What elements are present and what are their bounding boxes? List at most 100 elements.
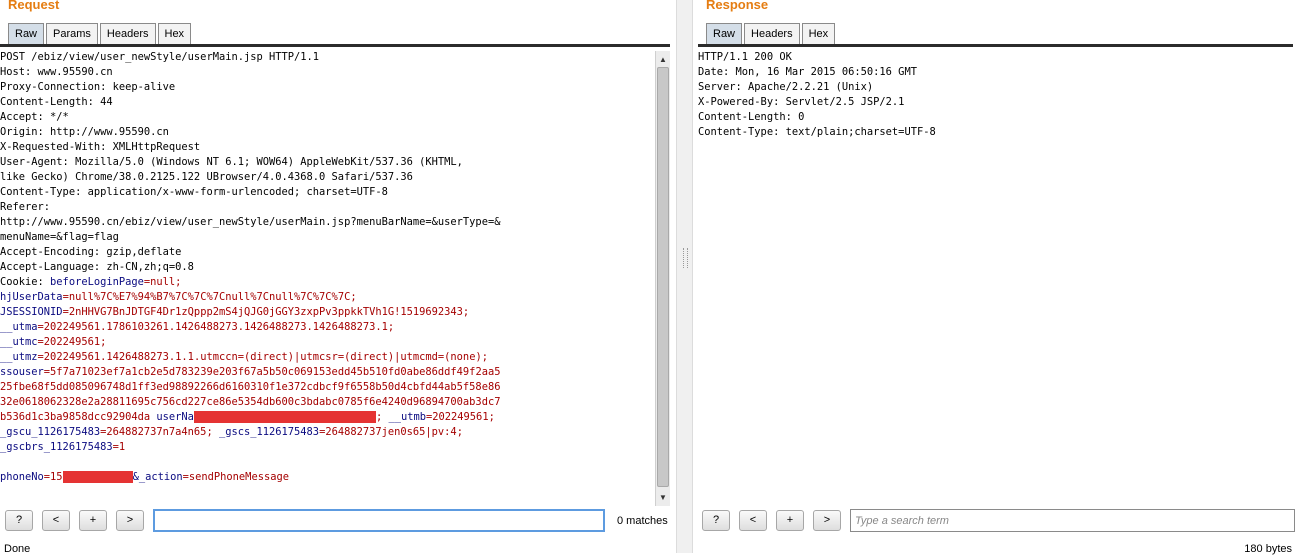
param-key: phoneNo [0, 471, 44, 483]
help-button[interactable]: ? [702, 510, 730, 531]
cookie-line: JSESSIONID=2nHHVG7BnJDTGF4Dr1zQppp2mS4jQ… [0, 305, 500, 320]
response-line: X-Powered-By: Servlet/2.5 JSP/2.1 [698, 96, 905, 108]
cookie-key: hjUserData [0, 291, 63, 303]
help-button[interactable]: ? [5, 510, 33, 531]
cookie-value: 25fbe68f5dd085096748d1ff3ed98892266d6160… [0, 381, 501, 393]
param-value: =15 [43, 471, 63, 483]
tab-raw[interactable]: Raw [706, 23, 743, 44]
response-search-input[interactable] [850, 509, 1295, 532]
request-panel: Request Raw Params Headers Hex POST /ebi… [0, 0, 676, 555]
cookie-line: _gscu_1126175483=264882737n7a4n65; _gscs… [0, 425, 500, 440]
cookie-value: =202249561; [37, 336, 107, 348]
scroll-down-icon[interactable]: ▼ [657, 491, 669, 504]
body-params-line: phoneNo=15 &_action=sendPhoneMessage [0, 470, 500, 485]
request-search-input[interactable] [153, 509, 605, 532]
request-editor[interactable]: POST /ebiz/view/user_newStyle/userMain.j… [0, 50, 500, 485]
cookie-key: __utma [0, 321, 38, 333]
cookie-line: _gscbrs_1126175483=1 [0, 440, 500, 455]
request-line: Content-Type: application/x-www-form-url… [0, 186, 388, 198]
cookie-key: JSESSIONID [0, 306, 63, 318]
cookie-prefix: Cookie: [0, 276, 51, 288]
grip-icon [683, 248, 688, 268]
response-panel: Response Raw Headers Hex HTTP/1.1 200 OK… [693, 0, 1298, 555]
cookie-key: _gscbrs_1126175483 [0, 441, 113, 453]
cookie-value: =264882737jen0s65|pv:4; [319, 426, 463, 438]
cookie-key: userNa [156, 411, 194, 423]
request-line: Host: www.95590.cn [0, 66, 113, 78]
request-line: POST /ebiz/view/user_newStyle/userMain.j… [0, 51, 320, 63]
tab-params[interactable]: Params [46, 23, 98, 44]
response-line: Content-Length: 0 [698, 111, 805, 123]
tab-hex[interactable]: Hex [801, 23, 836, 44]
next-button[interactable]: > [813, 510, 841, 531]
cookie-line: __utma=202249561.1786103261.1426488273.1… [0, 320, 500, 335]
request-line: http://www.95590.cn/ebiz/view/user_newSt… [0, 216, 501, 228]
scroll-up-icon[interactable]: ▲ [657, 53, 669, 66]
cookie-key: __utmz [0, 351, 38, 363]
response-line: HTTP/1.1 200 OK [698, 51, 792, 63]
cookie-line: 25fbe68f5dd085096748d1ff3ed98892266d6160… [0, 380, 500, 395]
split-divider[interactable] [676, 0, 693, 553]
request-line: Accept-Encoding: gzip,deflate [0, 246, 182, 258]
cookie-value: =264882737n7a4n65; [100, 426, 213, 438]
response-tab-underline [698, 44, 1293, 47]
cookie-key: beforeLoginPage [50, 276, 144, 288]
request-line: menuName=&flag=flag [0, 231, 119, 243]
cookie-line: Cookie: beforeLoginPage=null; [0, 275, 500, 290]
cookie-value: =202249561.1426488273.1.1.utmccn=(direct… [37, 351, 488, 363]
cookie-key: ssouser [0, 366, 44, 378]
response-title: Response [706, 0, 769, 12]
cookie-value: =5f7a71023ef7a1cb2e5d783239e203f67a5b50c… [43, 366, 501, 378]
request-line: Referer: [0, 201, 51, 213]
cookie-value: =null; [143, 276, 182, 288]
tab-hex[interactable]: Hex [157, 23, 192, 44]
cookie-line: ssouser=5f7a71023ef7a1cb2e5d783239e203f6… [0, 365, 500, 380]
response-search-bar: ? < + > [702, 509, 1295, 532]
param-value: =sendPhoneMessage [182, 471, 289, 483]
request-line: X-Requested-With: XMLHttpRequest [0, 141, 201, 153]
cookie-value: =2nHHVG7BnJDTGF4Dr1zQppp2mS4jQJG0jGGY3zx… [62, 306, 470, 318]
cookie-key: __utmb [388, 411, 427, 423]
tab-headers[interactable]: Headers [744, 23, 800, 44]
cookie-key: _gscs_1126175483 [218, 426, 320, 438]
cookie-value: b536d1c3ba9858dcc92904da [0, 411, 151, 423]
response-line: Server: Apache/2.2.21 (Unix) [698, 81, 874, 93]
cookie-value: =202249561; [426, 411, 495, 423]
cookie-value: 32e0618062328e2a28811695c756cd227ce86e53… [0, 396, 501, 408]
add-button[interactable]: + [776, 510, 804, 531]
request-line: Accept: */* [0, 111, 69, 123]
request-tab-underline [0, 44, 670, 47]
cookie-key: __utmc [0, 336, 38, 348]
response-editor[interactable]: HTTP/1.1 200 OK Date: Mon, 16 Mar 2015 06… [698, 50, 936, 140]
cookie-line: 32e0618062328e2a28811695c756cd227ce86e53… [0, 395, 500, 410]
param-key: &_action [132, 471, 183, 483]
cookie-value: =1 [112, 441, 126, 453]
request-line: User-Agent: Mozilla/5.0 (Windows NT 6.1;… [0, 156, 463, 168]
request-scrollbar[interactable]: ▲ ▼ [655, 51, 670, 506]
cookie-key: _gscu_1126175483 [0, 426, 101, 438]
tab-headers[interactable]: Headers [99, 23, 156, 44]
redaction-bar [193, 411, 376, 423]
add-button[interactable]: + [79, 510, 107, 531]
status-text: Done [4, 543, 31, 555]
request-line: like Gecko) Chrome/38.0.2125.122 UBrowse… [0, 171, 413, 183]
previous-button[interactable]: < [42, 510, 70, 531]
request-title: Request [8, 0, 60, 12]
next-button[interactable]: > [116, 510, 144, 531]
tab-raw[interactable]: Raw [8, 23, 45, 44]
byte-count: 180 bytes [1244, 543, 1292, 555]
response-line: Date: Mon, 16 Mar 2015 06:50:16 GMT [698, 66, 917, 78]
request-line: Origin: http://www.95590.cn [0, 126, 169, 138]
match-count: 0 matches [617, 514, 668, 527]
request-line: Content-Length: 44 [0, 96, 113, 108]
cookie-line: __utmc=202249561; [0, 335, 500, 350]
cookie-value: =null%7C%E7%94%B7%7C%7C%7Cnull%7Cnull%7C… [62, 291, 357, 303]
request-search-bar: ? < + > 0 matches [5, 509, 668, 532]
previous-button[interactable]: < [739, 510, 767, 531]
scroll-thumb[interactable] [657, 67, 669, 487]
redaction-bar [62, 471, 133, 483]
request-line: Proxy-Connection: keep-alive [0, 81, 176, 93]
cookie-line: hjUserData=null%7C%E7%94%B7%7C%7C%7Cnull… [0, 290, 500, 305]
request-tab-bar: Raw Params Headers Hex [8, 23, 192, 44]
